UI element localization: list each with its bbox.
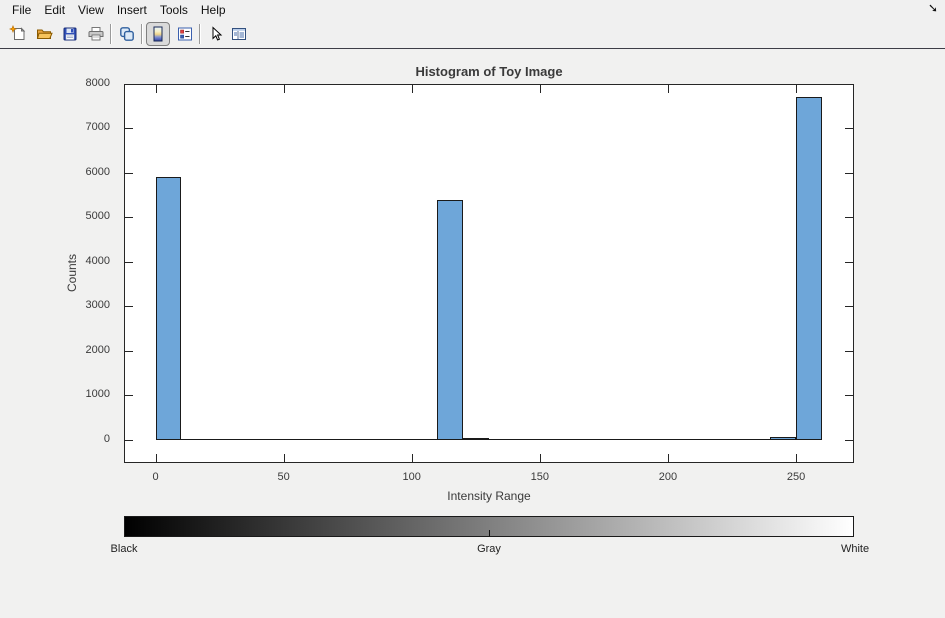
menu-item-edit[interactable]: Edit (39, 1, 70, 19)
open-button[interactable] (32, 22, 56, 46)
menu-item-view[interactable]: View (73, 1, 109, 19)
menu-item-tools[interactable]: Tools (155, 1, 193, 19)
colorbar-icon (149, 25, 167, 43)
figure-canvas: Histogram of Toy Image (0, 50, 945, 618)
colorbar-toggle-button[interactable] (146, 22, 170, 46)
toolbar-separator (141, 24, 142, 44)
pointer-mode-button[interactable] (204, 22, 228, 46)
new-document-icon (9, 25, 27, 43)
print-icon (87, 25, 105, 43)
figure-properties-button[interactable] (227, 22, 251, 46)
menu-item-help[interactable]: Help (196, 1, 231, 19)
copy-button[interactable] (115, 22, 139, 46)
figure-properties-icon (230, 25, 248, 43)
toolbar (0, 20, 945, 49)
chart-title: Histogram of Toy Image (124, 64, 854, 79)
menu-item-file[interactable]: File (7, 1, 36, 19)
legend-icon (176, 25, 194, 43)
save-button[interactable] (58, 22, 82, 46)
resize-arrow-icon: ➘ (928, 1, 938, 15)
menu-item-insert[interactable]: Insert (112, 1, 152, 19)
save-icon (61, 25, 79, 43)
copy-icon (118, 25, 136, 43)
menu-bar: FileEditViewInsertToolsHelp (0, 0, 945, 20)
open-folder-icon (35, 25, 53, 43)
pointer-icon (207, 25, 225, 43)
legend-toggle-button[interactable] (173, 22, 197, 46)
new-figure-button[interactable] (6, 22, 30, 46)
toolbar-separator (199, 24, 200, 44)
toolbar-separator (110, 24, 111, 44)
print-button[interactable] (84, 22, 108, 46)
